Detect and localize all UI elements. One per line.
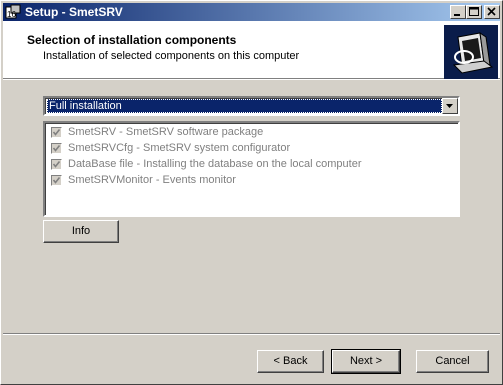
installation-type-value: Full installation	[47, 99, 442, 113]
cancel-button[interactable]: Cancel	[416, 350, 489, 373]
setup-window: 16 Setup - SmetSRV Selection of installa…	[0, 0, 503, 385]
window-title: Setup - SmetSRV	[25, 5, 123, 19]
chevron-down-icon	[446, 104, 453, 108]
page-subtitle: Installation of selected components on t…	[43, 50, 300, 62]
title-bar[interactable]: 16 Setup - SmetSRV	[3, 3, 500, 21]
minimize-button[interactable]	[450, 5, 466, 19]
component-checkbox[interactable]	[51, 143, 62, 154]
info-button[interactable]: Info	[43, 220, 119, 243]
installation-type-dropdown[interactable]: Full installation	[43, 96, 460, 116]
components-list[interactable]: SmetSRV - SmetSRV software package SmetS…	[43, 121, 460, 217]
next-button[interactable]: Next >	[331, 349, 401, 374]
component-label: DataBase file - Installing the database …	[68, 158, 362, 170]
wizard-header: Selection of installation components Ins…	[3, 21, 500, 79]
close-icon	[487, 7, 496, 16]
header-divider	[3, 79, 500, 80]
computer-install-icon	[444, 25, 498, 79]
checkmark-icon	[52, 177, 61, 184]
dropdown-button[interactable]	[442, 98, 458, 114]
component-label: SmetSRVMonitor - Events monitor	[68, 174, 236, 186]
maximize-icon	[469, 7, 479, 16]
svg-text:16: 16	[7, 10, 16, 19]
checkmark-icon	[52, 145, 61, 152]
component-checkbox[interactable]	[51, 175, 62, 186]
component-checkbox[interactable]	[51, 127, 62, 138]
component-label: SmetSRV - SmetSRV software package	[68, 126, 264, 138]
close-button[interactable]	[484, 5, 500, 19]
checkmark-icon	[52, 161, 61, 168]
back-button[interactable]: < Back	[257, 350, 324, 373]
component-label: SmetSRVCfg - SmetSRV system configurator	[68, 142, 291, 154]
page-title: Selection of installation components	[27, 33, 237, 47]
setup-app-icon: 16	[5, 4, 21, 19]
checkmark-icon	[52, 129, 61, 136]
maximize-button[interactable]	[466, 5, 482, 19]
component-checkbox[interactable]	[51, 159, 62, 170]
footer-separator	[3, 333, 500, 335]
minimize-icon	[454, 14, 460, 16]
